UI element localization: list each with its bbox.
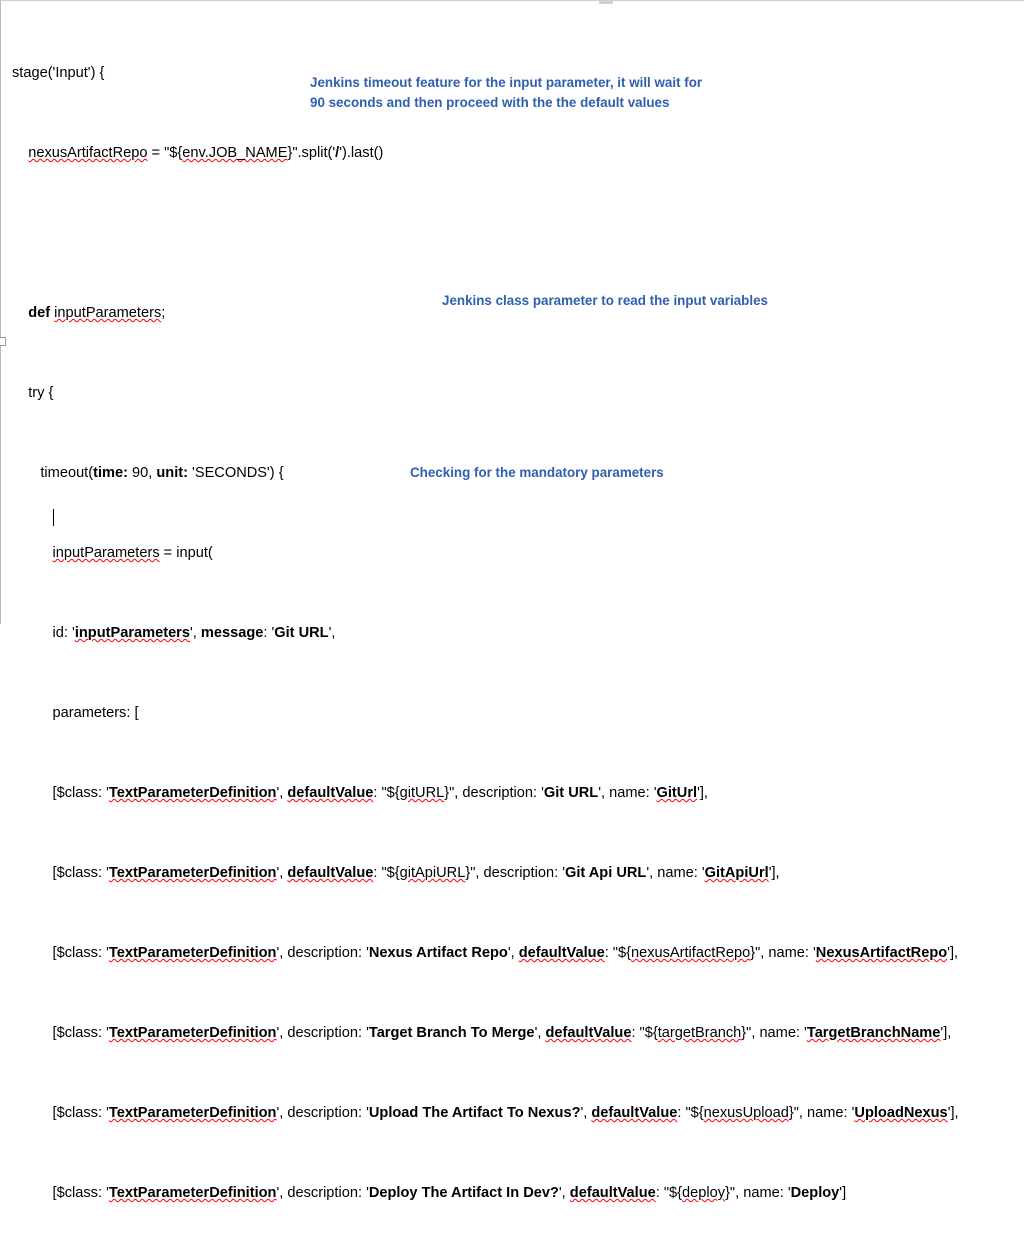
- code-line: inputParameters = input(: [52, 545, 213, 561]
- annotation-mandatory-parameters: Checking for the mandatory parameters: [410, 465, 664, 480]
- code-line: [$class: 'TextParameterDefinition', desc…: [12, 1105, 959, 1121]
- page-resize-handle[interactable]: [0, 337, 6, 346]
- code-line: [$class: 'TextParameterDefinition', desc…: [12, 945, 959, 961]
- code-listing[interactable]: stage('Input') { nexusArtifactRepo = "${…: [12, 3, 1017, 1248]
- code-line: [$class: 'TextParameterDefinition', desc…: [12, 1025, 952, 1041]
- code-line: [$class: 'TextParameterDefinition', defa…: [12, 865, 780, 881]
- annotation-timeout: Jenkins timeout feature for the input pa…: [310, 75, 703, 110]
- code-line: try {: [12, 385, 54, 401]
- code-line: [$class: 'TextParameterDefinition', desc…: [12, 1185, 847, 1201]
- code-line: [$class: 'TextParameterDefinition', defa…: [12, 785, 708, 801]
- code-line: parameters: [: [12, 705, 139, 721]
- annotation-class-parameter: Jenkins class parameter to read the inpu…: [442, 293, 768, 308]
- document-page: stage('Input') { nexusArtifactRepo = "${…: [0, 0, 1024, 1201]
- code-line: nexusArtifactRepo = "${env.JOB_NAME}".sp…: [28, 145, 384, 161]
- text-caret: [53, 509, 54, 526]
- code-line: id: 'inputParameters', message: 'Git URL…: [12, 625, 336, 641]
